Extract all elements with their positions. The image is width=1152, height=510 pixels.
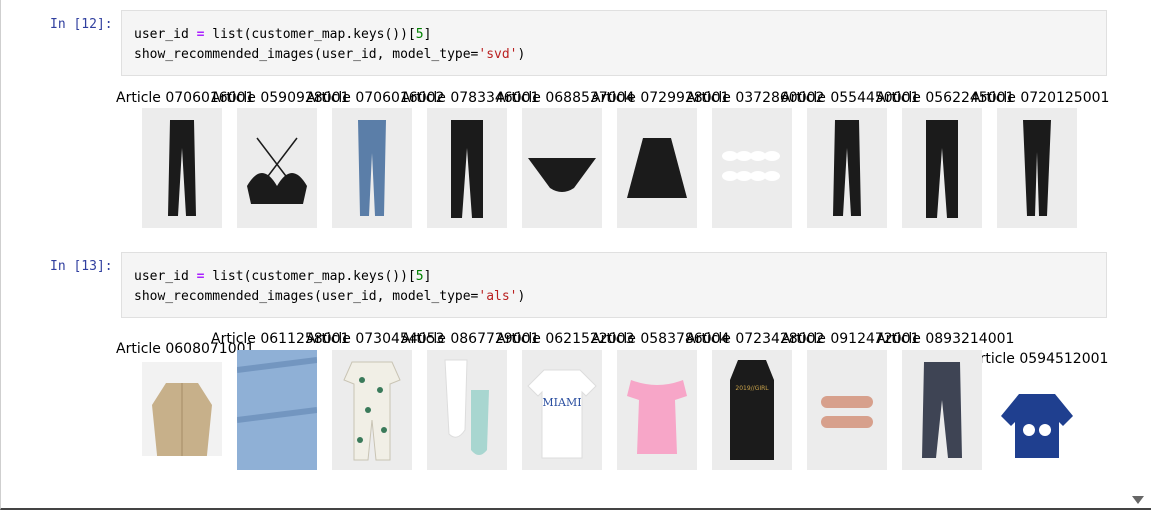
code-cell-13[interactable]: user_id = list(customer_map.keys())[5] s… <box>121 252 1107 318</box>
black-jeans-icon <box>142 108 222 228</box>
grey-trousers-icon <box>902 350 982 470</box>
printed-pyjamas-icon <box>332 350 412 470</box>
bikini-bottom-icon <box>522 108 602 228</box>
khaki-shirt-icon <box>142 362 222 456</box>
tank-print: 2019//GIRL <box>735 385 769 392</box>
tights-set-icon <box>427 350 507 470</box>
blue-jeans-icon <box>332 108 412 228</box>
bralette-icon <box>237 108 317 228</box>
miami-tshirt-icon: MIAMI <box>522 350 602 470</box>
article-title: Article 0893214001 <box>876 331 1015 347</box>
pink-top-icon <box>617 350 697 470</box>
code-cell-12[interactable]: user_id = list(customer_map.keys())[5] s… <box>121 10 1107 76</box>
black-jeans-icon <box>807 108 887 228</box>
article-title: Article 0720125001 <box>971 90 1110 106</box>
black-leggings-icon <box>997 108 1077 228</box>
code-line-1: user_id = list(customer_map.keys())[5] <box>134 269 432 284</box>
black-trousers-icon <box>427 108 507 228</box>
black-skirt-icon <box>617 108 697 228</box>
cell-prompt-13: In [13]: <box>50 259 113 274</box>
code-line-2: show_recommended_images(user_id, model_t… <box>134 47 526 62</box>
code-line-1: user_id = list(customer_map.keys())[5] <box>134 27 432 42</box>
blue-sweater-icon <box>997 370 1077 458</box>
scroll-down-icon[interactable] <box>1132 496 1144 504</box>
cell-prompt-12: In [12]: <box>50 17 113 32</box>
black-trousers-icon <box>902 108 982 228</box>
code-line-2: show_recommended_images(user_id, model_t… <box>134 289 526 304</box>
white-socks-icon <box>712 108 792 228</box>
article-title: Article 0594512001 <box>970 351 1109 367</box>
denim-shorts-icon <box>237 350 317 470</box>
hair-clips-icon <box>807 350 887 470</box>
miami-print: MIAMI <box>542 396 581 409</box>
black-tank-icon: 2019//GIRL <box>712 350 792 470</box>
